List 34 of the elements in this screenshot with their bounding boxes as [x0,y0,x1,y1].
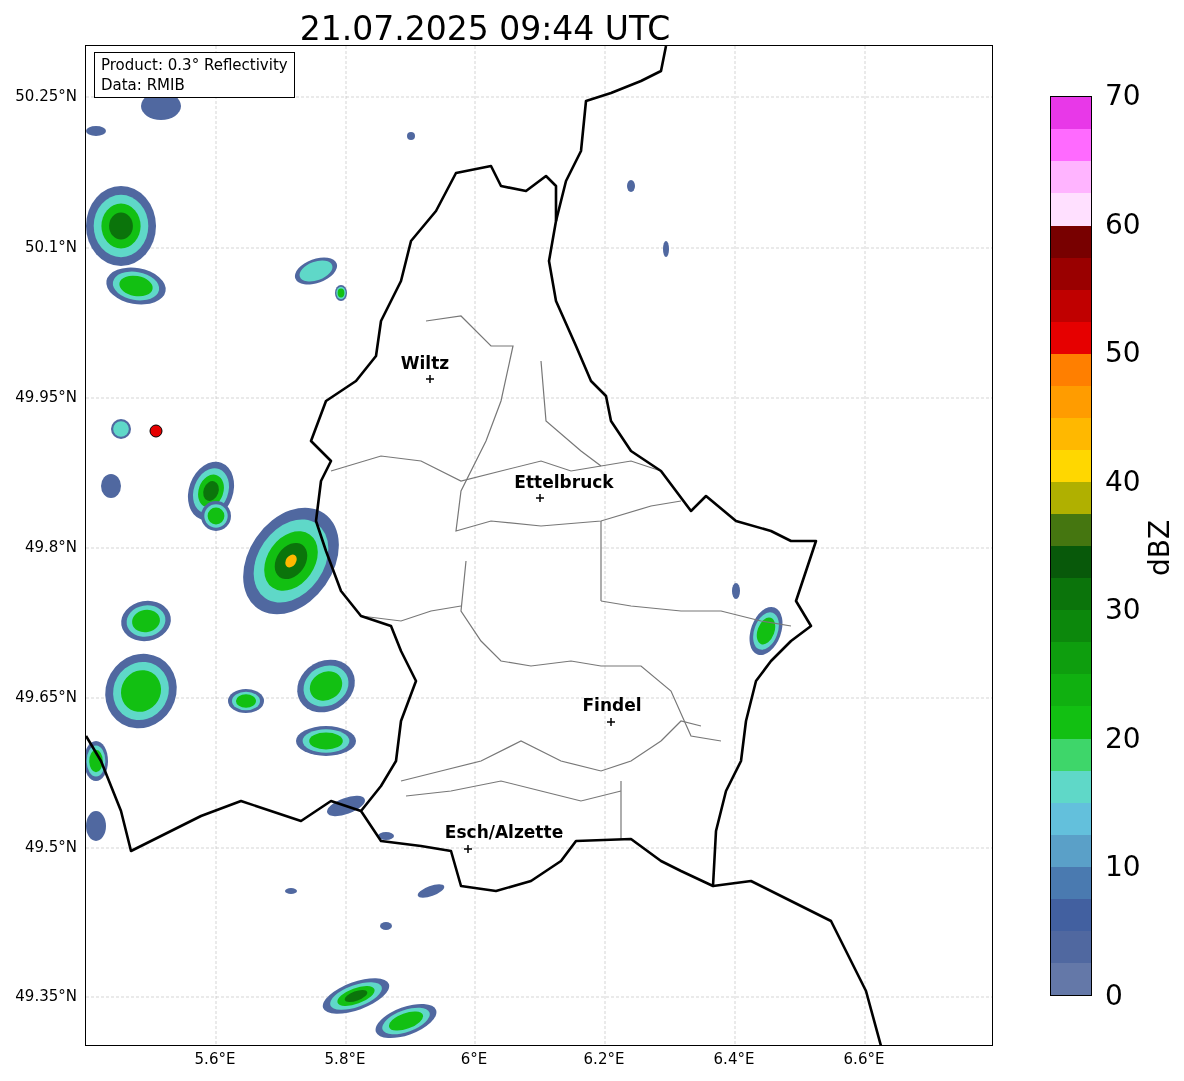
city-marker-icon [463,844,473,854]
colorbar-tick-label: 10 [1105,853,1141,882]
latitude-label: 50.25°N [15,88,77,104]
longitude-label: 6.6°E [843,1052,885,1067]
chart-title: 21.07.2025 09:44 UTC [298,8,672,50]
latitude-label: 49.5°N [24,839,77,855]
longitude-label: 5.8°E [324,1052,366,1067]
latitude-label: 49.35°N [15,988,77,1004]
latitude-label: 50.1°N [24,239,77,255]
latitude-label: 49.65°N [15,689,77,705]
city-label: Esch/Alzette [444,823,564,841]
city-marker-icon [535,493,545,503]
info-text: Product: 0.3° Reflectivity [101,55,288,75]
longitude-label: 6°E [460,1052,488,1067]
colorbar-tick-label: 70 [1105,82,1141,110]
longitude-label: 5.6°E [194,1052,236,1067]
colorbar-tick-label: 50 [1105,339,1141,368]
city-label: Wiltz [400,354,450,372]
colorbar-label: dBZ [1146,519,1174,577]
latitude-label: 49.8°N [24,539,77,555]
city-marker-icon [606,717,616,727]
radar-site-marker [149,424,163,438]
longitude-label: 6.2°E [583,1052,625,1067]
colorbar-tick-label: 20 [1105,724,1141,753]
latitude-label: 49.95°N [15,389,77,405]
colorbar-tick-label: 0 [1105,982,1123,1010]
city-label: Findel [582,696,642,714]
info-text: Data: RMIB [101,75,186,95]
city-marker-icon [425,374,435,384]
longitude-label: 6.4°E [713,1052,755,1067]
colorbar-tick-label: 30 [1105,596,1141,625]
colorbar-tick-label: 60 [1105,210,1141,239]
city-label: Ettelbruck [514,473,614,491]
colorbar-tick-label: 40 [1105,467,1141,496]
